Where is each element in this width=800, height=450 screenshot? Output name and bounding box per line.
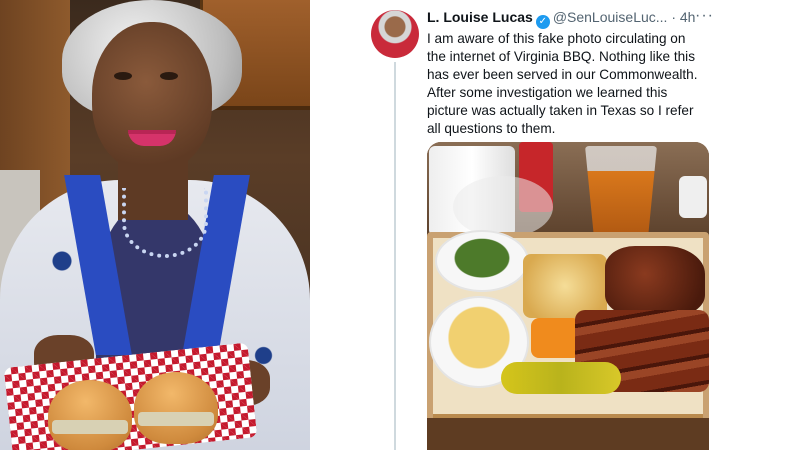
sandwich-1: [48, 380, 132, 450]
face: [92, 22, 212, 172]
tweet-text-line: the internet of Virginia BBQ. Nothing li…: [427, 49, 695, 64]
tweet-text-line: After some investigation we learned this: [427, 85, 668, 100]
eye-right: [160, 72, 178, 80]
sandwich-2: [134, 372, 218, 444]
salt-shaker: [679, 176, 707, 218]
plastic-cup: [453, 176, 553, 238]
necklace: [122, 188, 208, 258]
left-photo: [0, 0, 310, 450]
brisket: [605, 246, 705, 316]
shredded-cheese: [531, 318, 581, 358]
tweet-header: L. Louise Lucas ✓ @SenLouiseLuc... · 4h: [427, 9, 730, 29]
eye-left: [114, 72, 132, 80]
tweet-text: I am aware of this fake photo circulatin…: [427, 30, 717, 138]
green-beans-bowl: [435, 230, 529, 292]
tweet-text-line: picture was actually taken in Texas so I…: [427, 103, 694, 118]
pepperoncini: [501, 362, 621, 394]
more-options-icon[interactable]: ···: [695, 7, 714, 25]
time-separator: ·: [671, 9, 676, 25]
thread-line: [394, 62, 396, 450]
tweet-text-line: all questions to them.: [427, 121, 556, 136]
author-handle[interactable]: @SenLouiseLuc...: [553, 9, 668, 25]
tweet-media-photo[interactable]: [427, 142, 709, 450]
table-edge: [427, 418, 709, 450]
tweet: L. Louise Lucas ✓ @SenLouiseLuc... · 4h ··…: [350, 0, 730, 450]
tweet-text-line: I am aware of this fake photo circulatin…: [427, 31, 686, 46]
author-name[interactable]: L. Louise Lucas: [427, 9, 533, 25]
texas-toast: [523, 254, 607, 318]
timestamp[interactable]: 4h: [680, 9, 696, 25]
verified-badge-icon: ✓: [535, 15, 550, 29]
tweet-text-line: has ever been served in our Commonwealth…: [427, 67, 698, 82]
avatar[interactable]: [371, 10, 419, 58]
iced-tea-cup: [585, 146, 657, 234]
